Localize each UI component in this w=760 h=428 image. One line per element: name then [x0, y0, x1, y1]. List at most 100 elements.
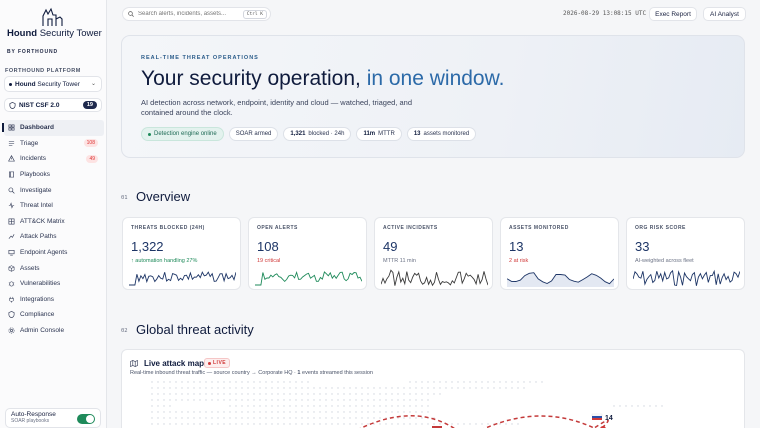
map-dot	[367, 393, 369, 395]
map-dot	[271, 399, 273, 401]
map-dot	[283, 381, 285, 383]
map-dot	[487, 381, 489, 383]
map-dot	[313, 423, 315, 425]
map-dot	[433, 423, 435, 425]
map-dot	[451, 423, 453, 425]
map-dot	[265, 399, 267, 401]
kpi-sparkline	[633, 269, 740, 287]
map-dot	[427, 405, 429, 407]
sidebar-item-compliance[interactable]: Compliance	[4, 307, 104, 323]
sidebar-item-attandck-matrix[interactable]: ATT&CK Matrix	[4, 214, 104, 230]
framework-selector[interactable]: NIST CSF 2.0 19	[4, 98, 102, 112]
map-dot	[271, 405, 273, 407]
search-icon	[8, 187, 15, 194]
map-dot	[481, 423, 483, 425]
search-input[interactable]	[138, 11, 238, 17]
map-dot	[373, 393, 375, 395]
map-dot	[283, 417, 285, 419]
global-section-number: 02	[121, 328, 128, 334]
sidebar-item-assets[interactable]: Assets	[4, 260, 104, 276]
map-subtitle-prefix: Real-time inbound threat traffic — sourc…	[130, 370, 298, 376]
ai-analyst-button[interactable]: AI Analyst	[703, 7, 746, 21]
auto-response-toggle[interactable]	[77, 414, 95, 424]
map-dot	[343, 387, 345, 389]
world-map-canvas[interactable]: 14	[122, 378, 745, 428]
map-dot	[343, 411, 345, 413]
map-dot	[457, 423, 459, 425]
sidebar-item-triage[interactable]: Triage 108	[4, 136, 104, 152]
kpi-card[interactable]: ASSETS MONITORED 13 2 at risk	[500, 217, 619, 290]
map-dot	[301, 387, 303, 389]
brand-name-rest: Security Tower	[37, 28, 102, 39]
map-dot	[517, 423, 519, 425]
map-dot	[475, 381, 477, 383]
map-dot	[283, 393, 285, 395]
map-dot	[421, 387, 423, 389]
map-dot	[475, 387, 477, 389]
map-dot	[409, 381, 411, 383]
sidebar-item-badge: 49	[86, 154, 98, 163]
map-dot	[397, 417, 399, 419]
map-dot	[277, 423, 279, 425]
map-dot	[169, 411, 171, 413]
map-dot	[319, 387, 321, 389]
map-dot	[337, 423, 339, 425]
map-dot	[247, 405, 249, 407]
kpi-card[interactable]: ORG RISK SCORE 33 AI-weighted across fleet	[626, 217, 745, 290]
kpi-label: OPEN ALERTS	[257, 225, 298, 231]
map-dot	[391, 393, 393, 395]
map-dot	[229, 399, 231, 401]
sidebar-item-incidents[interactable]: Incidents 49	[4, 151, 104, 167]
map-dot	[241, 405, 243, 407]
kpi-card[interactable]: THREATS BLOCKED (24H) 1,322 ↑ automation h…	[122, 217, 241, 290]
map-dot	[211, 411, 213, 413]
exec-report-button[interactable]: Exec Report	[649, 7, 697, 21]
sidebar-item-vulnerabilities[interactable]: Vulnerabilities	[4, 276, 104, 292]
map-dot	[439, 387, 441, 389]
map-dot	[421, 417, 423, 419]
map-dot	[373, 405, 375, 407]
kpi-sub: 2 at risk	[509, 258, 529, 264]
map-dot	[175, 393, 177, 395]
kpi-label: ORG RISK SCORE	[635, 225, 686, 231]
sidebar-item-threat-intel[interactable]: Threat Intel	[4, 198, 104, 214]
kpi-card[interactable]: ACTIVE INCIDENTS 49 MTTR 11 min	[374, 217, 493, 290]
map-dot	[415, 411, 417, 413]
map-dot	[397, 411, 399, 413]
kpi-card[interactable]: OPEN ALERTS 108 19 critical	[248, 217, 367, 290]
search-bar[interactable]: Ctrl K	[122, 7, 271, 21]
map-dot	[403, 393, 405, 395]
map-dot	[427, 387, 429, 389]
sidebar-item-endpoint-agents[interactable]: Endpoint Agents	[4, 245, 104, 261]
sidebar-item-investigate[interactable]: Investigate	[4, 182, 104, 198]
map-dot	[421, 393, 423, 395]
map-dot	[295, 381, 297, 383]
map-dot	[409, 417, 411, 419]
map-dot	[163, 405, 165, 407]
map-dot	[253, 411, 255, 413]
map-dot	[307, 387, 309, 389]
workspace-selector[interactable]: Hound Security Tower ⌄	[4, 76, 102, 92]
kpi-sub: 19 critical	[257, 258, 281, 264]
map-dot	[325, 417, 327, 419]
map-dot	[235, 411, 237, 413]
map-dot	[505, 381, 507, 383]
map-dot	[421, 411, 423, 413]
sidebar-item-attack-paths[interactable]: Attack Paths	[4, 229, 104, 245]
map-dot	[511, 423, 513, 425]
map-dot	[211, 393, 213, 395]
map-dot	[349, 399, 351, 401]
overview-section-title: Overview	[136, 189, 191, 204]
map-dot	[241, 381, 243, 383]
soar-label: SOAR armed	[235, 131, 272, 137]
brand-name[interactable]: Hound Security Tower	[7, 28, 103, 40]
map-dot	[253, 423, 255, 425]
sidebar-item-dashboard[interactable]: Dashboard	[2, 120, 104, 136]
sidebar-item-playbooks[interactable]: Playbooks	[4, 167, 104, 183]
sidebar-item-integrations[interactable]: Integrations	[4, 292, 104, 308]
map-dot	[439, 423, 441, 425]
sidebar-item-admin-console[interactable]: Admin Console	[4, 323, 104, 339]
kpi-sparkline	[381, 269, 488, 287]
map-dot	[259, 393, 261, 395]
map-dot	[361, 399, 363, 401]
